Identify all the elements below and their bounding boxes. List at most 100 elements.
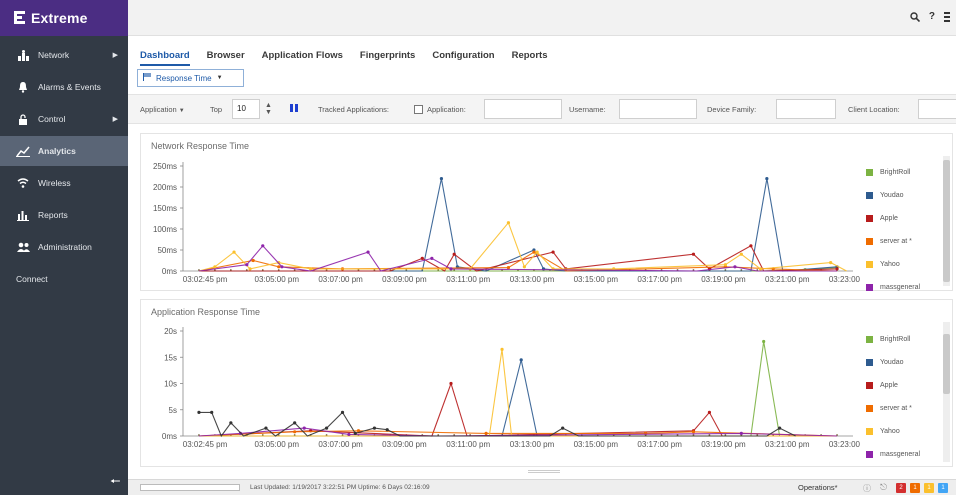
legend-item[interactable]: massgeneral [866,451,920,458]
sidebar-item-alarms-events[interactable]: Alarms & Events [0,72,128,102]
data-point[interactable] [739,252,743,256]
data-point[interactable] [248,267,252,271]
top-count-input[interactable]: 10 [232,99,260,119]
username-input[interactable] [619,99,697,119]
tab-fingerprints[interactable]: Fingerprints [360,50,415,66]
legend-item[interactable]: server at * [866,238,912,245]
data-point[interactable] [439,177,444,181]
legend-item[interactable]: server at * [866,405,912,412]
data-point[interactable] [232,250,236,254]
data-point[interactable] [758,267,763,271]
data-point[interactable] [506,266,511,270]
data-point[interactable] [835,267,839,271]
data-point[interactable] [245,263,249,267]
scrollbar[interactable] [943,156,950,286]
data-point[interactable] [535,250,539,254]
legend-item[interactable]: Apple [866,215,898,222]
data-point[interactable] [733,265,737,269]
search-icon[interactable] [910,12,920,25]
legend-item[interactable]: Apple [866,382,898,389]
data-point[interactable] [691,252,696,256]
data-point[interactable] [197,410,201,414]
data-point[interactable] [551,250,555,254]
info-alarm-badge[interactable]: 1 [938,483,948,493]
sidebar-item-analytics[interactable]: Analytics [0,136,128,166]
info-icon[interactable]: ⓘ [863,483,871,494]
data-point[interactable] [765,177,769,181]
data-point[interactable] [500,347,504,351]
sidebar-item-connect[interactable]: Connect [0,264,128,294]
tab-reports[interactable]: Reports [512,50,548,66]
tab-configuration[interactable]: Configuration [432,50,494,66]
data-point[interactable] [264,426,268,430]
data-point[interactable] [452,252,456,256]
sidebar-item-administration[interactable]: Administration [0,232,128,262]
scrollbar-thumb[interactable] [943,334,950,394]
data-point[interactable] [829,261,833,265]
tab-browser[interactable]: Browser [207,50,245,66]
data-point[interactable] [347,432,351,437]
data-point[interactable] [449,267,453,271]
minor-alarm-badge[interactable]: 1 [924,483,934,493]
data-point[interactable] [691,430,696,434]
data-point[interactable] [532,250,536,254]
data-point[interactable] [762,339,766,344]
data-point[interactable] [522,265,526,269]
legend-item[interactable]: massgeneral [866,284,920,291]
data-point[interactable] [261,244,265,248]
data-point[interactable] [778,426,782,430]
series-line[interactable] [198,381,837,437]
series-line[interactable] [199,178,838,272]
device-family-input[interactable] [776,99,836,119]
bell-outline-icon[interactable]: ⎋ [880,482,887,493]
tab-dashboard[interactable]: Dashboard [140,50,190,66]
legend-item[interactable]: Youdao [866,192,904,199]
menu-icon[interactable] [944,12,950,25]
data-point[interactable] [366,250,370,254]
data-point[interactable] [739,431,743,435]
brand-logo[interactable]: Extreme [0,0,128,36]
data-point[interactable] [293,430,297,434]
data-point[interactable] [707,410,712,414]
data-point[interactable] [723,263,727,267]
sidebar-item-control[interactable]: Control ▶ [0,104,128,134]
data-point[interactable] [280,265,284,269]
series-line[interactable] [199,359,837,437]
legend-item[interactable]: Yahoo [866,428,900,435]
data-point[interactable] [484,431,488,435]
data-point[interactable] [302,426,306,430]
resize-handle[interactable] [528,470,560,473]
legend-item[interactable]: BrightRoll [866,336,910,343]
data-point[interactable] [372,426,377,430]
data-point[interactable] [340,410,345,414]
scrollbar[interactable] [943,322,950,462]
data-point[interactable] [353,431,357,435]
data-point[interactable] [749,244,753,248]
critical-alarm-badge[interactable]: 2 [896,483,906,493]
response-time-dropdown[interactable]: Response Time ▼ [137,69,244,87]
tracked-applications-checkbox[interactable] [414,105,423,114]
scrollbar-thumb[interactable] [943,160,950,282]
application-filter-dropdown[interactable]: Application ▼ [140,105,185,114]
data-point[interactable] [229,421,233,425]
data-point[interactable] [210,410,214,414]
major-alarm-badge[interactable]: 1 [910,483,920,493]
sidebar-item-reports[interactable]: Reports [0,200,128,230]
sidebar-item-wireless[interactable]: Wireless [0,168,128,198]
data-point[interactable] [449,381,453,386]
data-point[interactable] [251,258,255,263]
columns-icon[interactable] [290,104,298,114]
sidebar-item-network[interactable]: Network ▶ [0,40,128,70]
data-point[interactable] [420,256,424,260]
data-point[interactable] [385,428,389,432]
help-icon[interactable]: ? [929,12,935,25]
data-point[interactable] [309,267,313,271]
data-point[interactable] [324,426,329,430]
collapse-sidebar-button[interactable]: 🠔 [110,472,121,493]
data-point[interactable] [506,221,511,225]
data-point[interactable] [430,256,434,260]
application-field-input[interactable] [484,99,562,119]
legend-item[interactable]: BrightRoll [866,169,910,176]
data-point[interactable] [293,421,297,425]
top-count-stepper[interactable]: ▲ ▼ [265,102,272,116]
